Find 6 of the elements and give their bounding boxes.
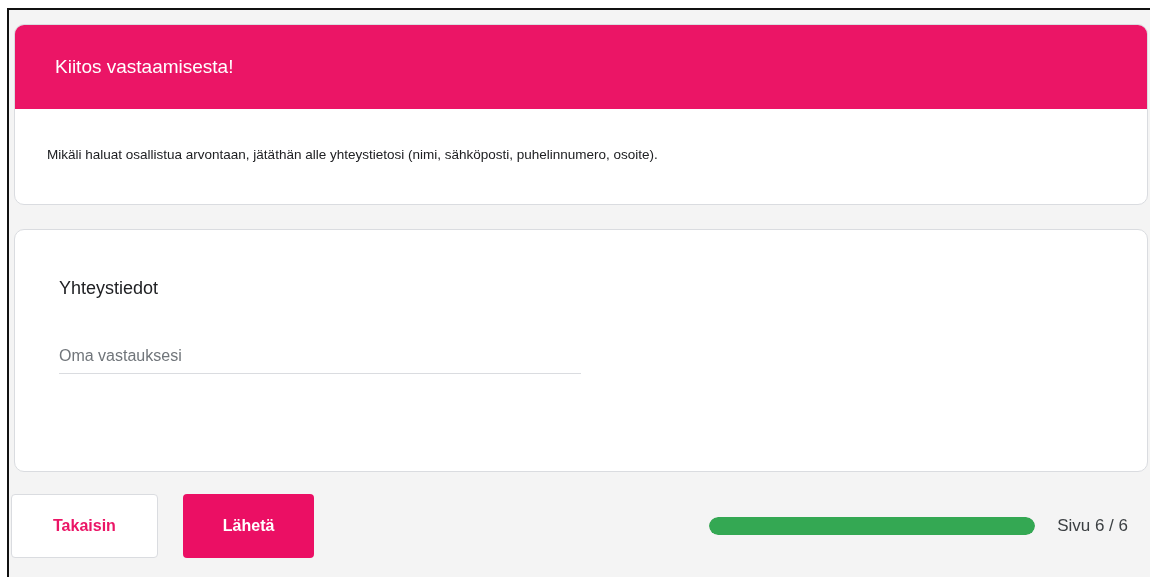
thank-you-title: Kiitos vastaamisesta! — [15, 25, 1147, 109]
page-indicator: Sivu 6 / 6 — [1057, 516, 1128, 536]
back-button[interactable]: Takaisin — [11, 494, 158, 558]
submit-button[interactable]: Lähetä — [182, 494, 315, 558]
question-title: Yhteystiedot — [59, 278, 160, 299]
description-text: Mikäli haluat osallistua arvontaan, jätäthän alle yhteystietosi (nimi, sähköposti, puhelinnumero, osoite). — [46, 146, 659, 164]
